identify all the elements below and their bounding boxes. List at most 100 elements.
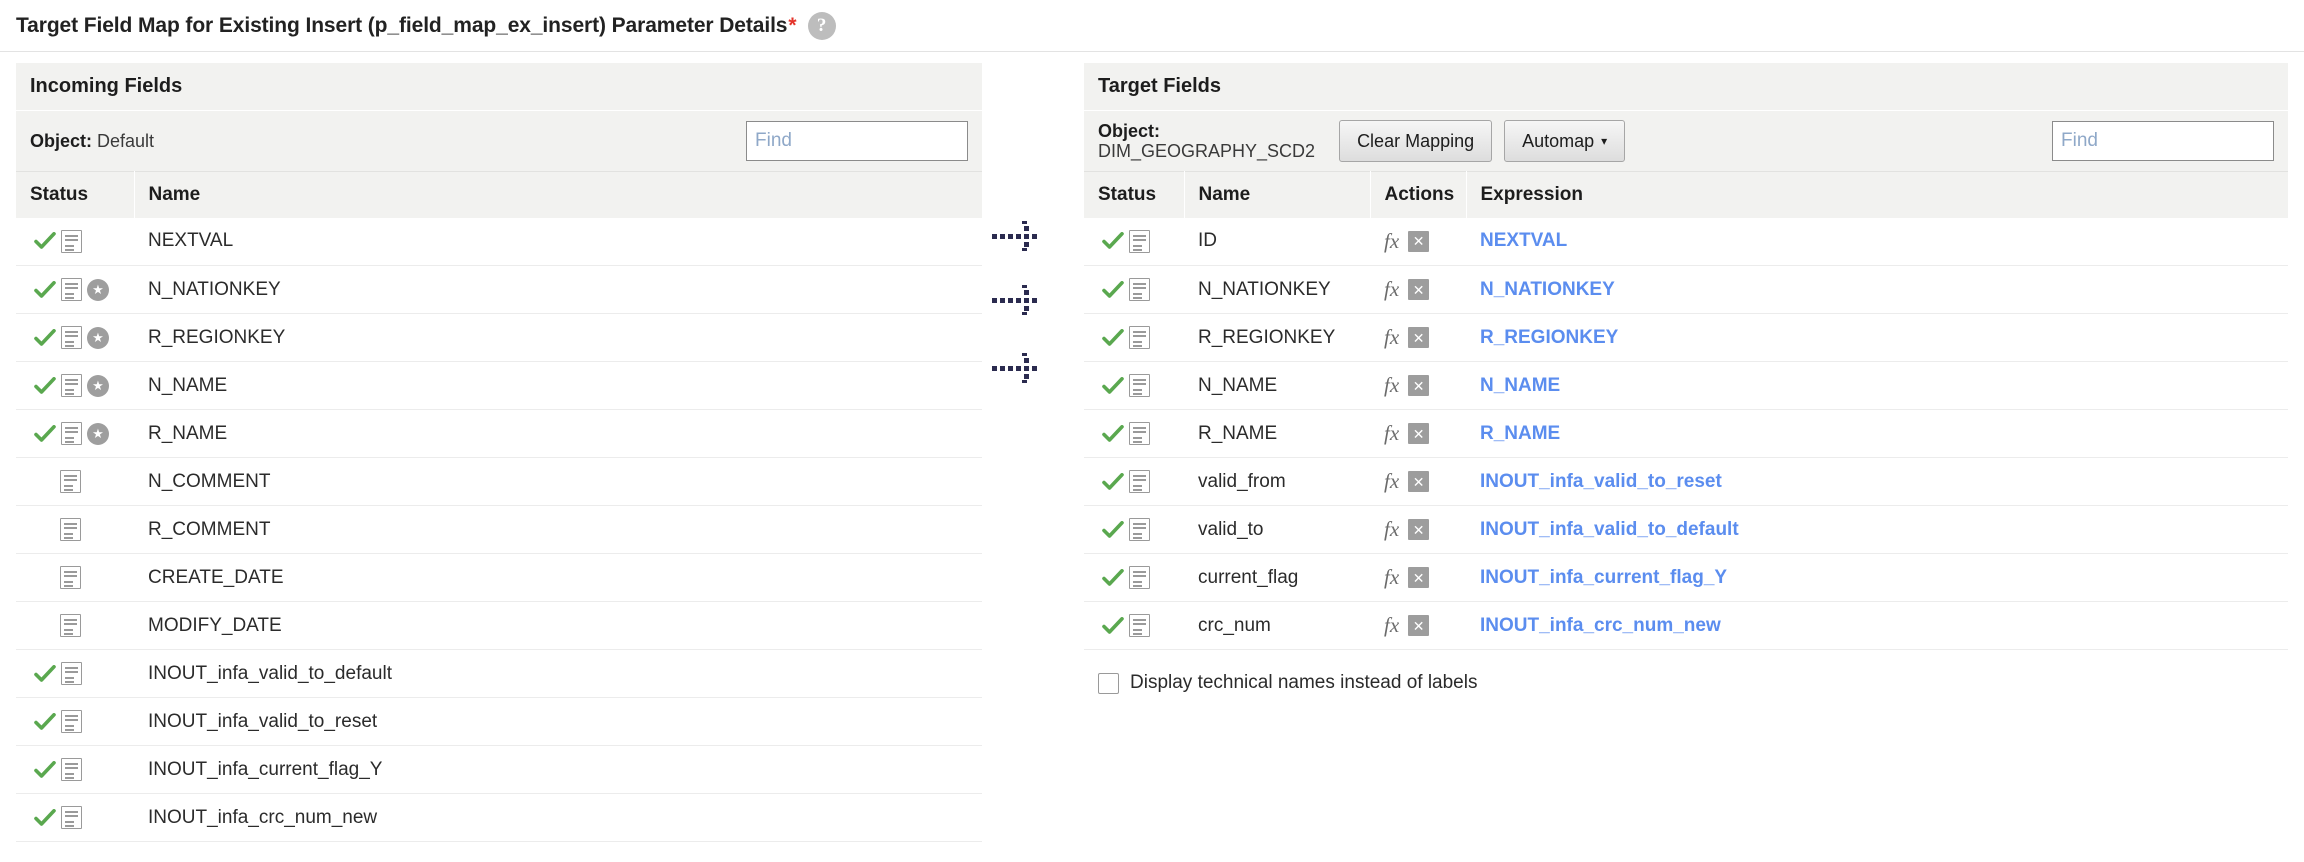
field-description-icon[interactable]: [61, 326, 82, 349]
target-actions-cell: fx ✕: [1370, 361, 1466, 410]
incoming-field-row[interactable]: R_COMMENT: [16, 505, 982, 554]
target-field-row[interactable]: valid_to fx ✕ INOUT_infa_valid_to_default: [1084, 505, 2288, 554]
expression-link[interactable]: INOUT_infa_crc_num_new: [1480, 615, 1721, 636]
field-description-icon[interactable]: [61, 710, 82, 733]
field-description-icon[interactable]: [1129, 278, 1150, 301]
incoming-field-row[interactable]: INOUT_infa_current_flag_Y: [16, 745, 982, 794]
incoming-field-name: R_NAME: [134, 409, 982, 458]
clear-expression-icon[interactable]: ✕: [1408, 327, 1430, 348]
expression-link[interactable]: INOUT_infa_valid_to_default: [1480, 519, 1739, 540]
field-description-icon[interactable]: [1129, 422, 1150, 445]
expression-link[interactable]: NEXTVAL: [1480, 230, 1567, 251]
status-check-icon: [1102, 328, 1124, 347]
expression-link[interactable]: N_NATIONKEY: [1480, 279, 1615, 300]
field-description-icon[interactable]: [1129, 566, 1150, 589]
field-description-icon[interactable]: [61, 758, 82, 781]
target-fields-table: Status Name Actions Expression ID fx ✕ NEXT…: [1084, 171, 2288, 650]
field-description-icon[interactable]: [61, 374, 82, 397]
incoming-object-bar: Object: Default: [16, 111, 982, 171]
incoming-field-row[interactable]: ★ R_NAME: [16, 409, 982, 458]
incoming-table-header-row: Status Name: [16, 171, 982, 218]
target-field-row[interactable]: N_NATIONKEY fx ✕ N_NATIONKEY: [1084, 265, 2288, 314]
field-description-icon[interactable]: [61, 278, 82, 301]
technical-names-label: Display technical names instead of label…: [1130, 672, 1478, 693]
clear-expression-icon[interactable]: ✕: [1408, 567, 1430, 588]
expression-editor-icon[interactable]: fx: [1384, 423, 1399, 444]
target-actions-cell: fx ✕: [1370, 409, 1466, 458]
target-field-name: R_NAME: [1184, 409, 1370, 458]
clear-expression-icon[interactable]: ✕: [1408, 279, 1430, 300]
field-description-icon[interactable]: [61, 662, 82, 685]
technical-names-checkbox[interactable]: [1098, 672, 1119, 694]
target-field-row[interactable]: R_NAME fx ✕ R_NAME: [1084, 409, 2288, 458]
field-description-icon[interactable]: [1129, 518, 1150, 541]
target-field-row[interactable]: N_NAME fx ✕ N_NAME: [1084, 361, 2288, 410]
target-expression-cell: INOUT_infa_valid_to_reset: [1466, 457, 2288, 506]
target-field-row[interactable]: ID fx ✕ NEXTVAL: [1084, 217, 2288, 266]
field-description-icon[interactable]: [61, 422, 82, 445]
key-field-icon: ★: [87, 422, 109, 445]
target-field-row[interactable]: valid_from fx ✕ INOUT_infa_valid_to_reset: [1084, 457, 2288, 506]
clear-expression-icon[interactable]: ✕: [1408, 519, 1430, 540]
incoming-field-row[interactable]: MODIFY_DATE: [16, 601, 982, 650]
field-description-icon[interactable]: [60, 518, 81, 541]
field-description-icon[interactable]: [1129, 614, 1150, 637]
mapping-connectors: [988, 63, 1080, 862]
expression-editor-icon[interactable]: fx: [1384, 279, 1399, 300]
incoming-field-row[interactable]: ★ N_NAME: [16, 361, 982, 410]
incoming-status-cell: [16, 649, 134, 698]
technical-names-row[interactable]: Display technical names instead of label…: [1098, 672, 2288, 694]
expression-link[interactable]: INOUT_infa_valid_to_reset: [1480, 471, 1722, 492]
target-field-row[interactable]: current_flag fx ✕ INOUT_infa_current_flag_Y: [1084, 553, 2288, 602]
required-marker: *: [788, 13, 797, 37]
target-field-row[interactable]: R_REGIONKEY fx ✕ R_REGIONKEY: [1084, 313, 2288, 362]
incoming-field-row[interactable]: ★ R_REGIONKEY: [16, 313, 982, 362]
expression-editor-icon[interactable]: fx: [1384, 615, 1399, 636]
incoming-field-row[interactable]: CREATE_DATE: [16, 553, 982, 602]
expression-editor-icon[interactable]: fx: [1384, 471, 1399, 492]
incoming-field-row[interactable]: ★ N_NATIONKEY: [16, 265, 982, 314]
field-description-icon[interactable]: [1129, 374, 1150, 397]
incoming-field-row[interactable]: INOUT_infa_crc_num_new: [16, 793, 982, 842]
expression-link[interactable]: R_NAME: [1480, 423, 1560, 444]
expression-editor-icon[interactable]: fx: [1384, 375, 1399, 396]
incoming-field-row[interactable]: INOUT_infa_valid_to_default: [16, 649, 982, 698]
incoming-field-row[interactable]: INOUT_infa_valid_to_reset: [16, 697, 982, 746]
incoming-field-row[interactable]: NEXTVAL: [16, 217, 982, 266]
field-description-icon[interactable]: [1129, 229, 1150, 253]
incoming-field-name: N_COMMENT: [134, 457, 982, 506]
expression-editor-icon[interactable]: fx: [1384, 327, 1399, 348]
field-description-icon[interactable]: [1129, 470, 1150, 493]
status-check-icon: [34, 712, 56, 731]
target-status-cell: [1084, 313, 1184, 362]
clear-expression-icon[interactable]: ✕: [1408, 423, 1430, 444]
target-status-cell: [1084, 361, 1184, 410]
incoming-field-row[interactable]: N_COMMENT: [16, 457, 982, 506]
help-circle-icon[interactable]: ?: [807, 11, 836, 40]
field-description-icon[interactable]: [61, 806, 82, 829]
dotted-arrow-right-icon: [992, 219, 1044, 253]
clear-mapping-button[interactable]: Clear Mapping: [1339, 120, 1493, 162]
automap-button[interactable]: Automap ▾: [1504, 120, 1626, 162]
field-description-icon[interactable]: [1129, 326, 1150, 349]
expression-link[interactable]: INOUT_infa_current_flag_Y: [1480, 567, 1727, 588]
field-description-icon[interactable]: [60, 614, 81, 637]
expression-editor-icon[interactable]: fx: [1384, 519, 1399, 540]
target-field-name: valid_to: [1184, 505, 1370, 554]
expression-link[interactable]: R_REGIONKEY: [1480, 327, 1618, 348]
expression-editor-icon[interactable]: fx: [1384, 230, 1399, 252]
clear-expression-icon[interactable]: ✕: [1408, 615, 1430, 636]
target-actions-cell: fx ✕: [1370, 313, 1466, 362]
target-find-input[interactable]: [2052, 121, 2274, 161]
field-description-icon[interactable]: [60, 470, 81, 493]
clear-expression-icon[interactable]: ✕: [1408, 230, 1430, 252]
expression-link[interactable]: N_NAME: [1480, 375, 1560, 396]
field-description-icon[interactable]: [60, 566, 81, 589]
expression-editor-icon[interactable]: fx: [1384, 567, 1399, 588]
field-description-icon[interactable]: [61, 229, 82, 253]
clear-expression-icon[interactable]: ✕: [1408, 375, 1430, 396]
clear-expression-icon[interactable]: ✕: [1408, 471, 1430, 492]
incoming-find-input[interactable]: [746, 121, 968, 161]
target-field-row[interactable]: crc_num fx ✕ INOUT_infa_crc_num_new: [1084, 601, 2288, 650]
target-status-cell: [1084, 265, 1184, 314]
